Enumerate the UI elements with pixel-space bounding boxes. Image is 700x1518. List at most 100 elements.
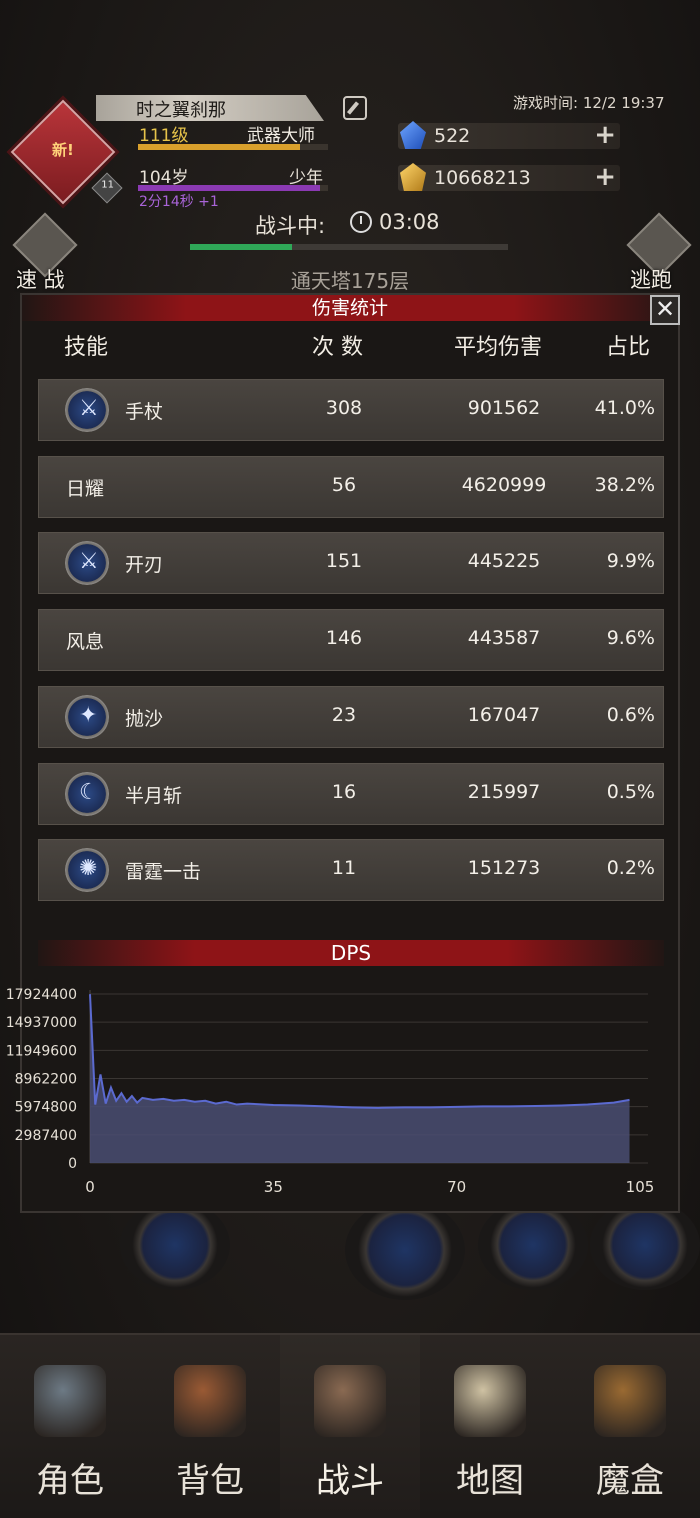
skill-count: 151	[325, 550, 363, 573]
clock-icon	[350, 211, 372, 233]
battle-status: 战斗中:	[255, 214, 326, 238]
x-tick-label: 70	[447, 1178, 466, 1196]
damage-row: ✺ 雷霆一击 11 151273 0.2%	[38, 839, 664, 902]
gold-resource: 10668213 +	[398, 162, 620, 192]
nav-tab-helmet[interactable]: 角色	[0, 1335, 140, 1518]
y-tick-label: 0	[68, 1156, 77, 1172]
skill-slot[interactable]	[478, 1200, 588, 1290]
header-count: 次 数	[312, 335, 363, 360]
y-tick-label: 17924400	[6, 987, 77, 1003]
skill-slot[interactable]	[345, 1200, 465, 1300]
skill-share: 9.6%	[606, 627, 655, 650]
skill-slot[interactable]	[120, 1200, 230, 1290]
skill-share: 0.5%	[606, 780, 655, 803]
skill-share: 0.6%	[606, 703, 655, 726]
player-name: 时之翼刹那	[136, 100, 226, 121]
y-tick-label: 14937000	[6, 1015, 77, 1031]
skill-slot[interactable]	[590, 1200, 700, 1290]
skill-count: 23	[331, 703, 357, 726]
bottom-nav: 角色 背包 战斗 地图 魔盒	[0, 1333, 700, 1518]
damage-row: 风息 146 443587 9.6%	[38, 609, 664, 672]
dps-chart: 17924400 14937000 11949600 8962200 5974800 29…	[6, 987, 655, 1196]
skill-avg-damage: 901562	[467, 397, 541, 419]
skill-avg-damage: 151273	[467, 857, 541, 880]
skill-name: 雷霆一击	[125, 861, 202, 884]
battle-progress-fill	[190, 244, 292, 250]
skill-avg-damage: 167047	[467, 703, 541, 726]
x-tick-label: 0	[85, 1178, 95, 1196]
skill-avg-damage: 445225	[467, 550, 541, 573]
y-tick-label: 11949600	[6, 1043, 77, 1059]
skill-name: 半月斩	[125, 784, 183, 807]
skill-avg-damage: 443587	[467, 627, 541, 650]
skill-name: 日耀	[66, 477, 105, 500]
gem-count: 522	[434, 125, 471, 147]
damage-row: ⚔ 开刃 151 445225 9.9%	[38, 532, 664, 595]
y-tick-label: 8962200	[15, 1072, 77, 1088]
close-icon[interactable]: ✕	[650, 295, 680, 325]
nav-label: 背包	[176, 1461, 244, 1501]
damage-row: ☾ 半月斩 16 215997 0.5%	[38, 762, 664, 825]
skill-avg-damage: 4620999	[461, 473, 547, 496]
sword-skill-icon: ⚔	[65, 541, 109, 586]
skill-name: 开刃	[125, 554, 164, 577]
battle-progress-bar	[190, 244, 508, 250]
x-tick-label: 35	[264, 1178, 283, 1196]
skill-name: 抛沙	[125, 707, 164, 730]
helmet-icon	[34, 1365, 106, 1437]
sword-skill-icon: ⚔	[65, 388, 109, 432]
y-tick-label: 2987400	[15, 1128, 77, 1144]
magic-box-icon	[594, 1365, 666, 1437]
tower-floor: 通天塔175层	[290, 269, 410, 293]
skill-count: 11	[331, 857, 357, 880]
damage-row: ✦ 抛沙 23 167047 0.6%	[38, 685, 664, 748]
panel-title: 伤害统计	[22, 295, 678, 321]
x-tick-label: 105	[626, 1178, 655, 1196]
skill-share: 9.9%	[606, 550, 655, 573]
damage-row: 日耀 56 4620999 38.2%	[38, 455, 664, 518]
add-gems-button[interactable]: +	[594, 120, 616, 150]
nav-label: 角色	[36, 1461, 104, 1501]
nav-label: 战斗	[316, 1461, 384, 1501]
player-level: 111级	[139, 126, 189, 146]
xp-bar-fill	[138, 144, 300, 150]
gold-icon	[400, 163, 426, 191]
scroll-map-icon	[454, 1365, 526, 1437]
gem-resource: 522 +	[398, 120, 620, 150]
nav-tab-scroll-map[interactable]: 地图	[420, 1335, 560, 1518]
gem-icon	[400, 121, 426, 149]
skill-count: 308	[325, 397, 363, 419]
nav-tab-magic-box[interactable]: 魔盒	[560, 1335, 700, 1518]
player-name-bar: 时之翼刹那	[96, 95, 324, 121]
dps-line	[89, 994, 630, 1109]
skill-count: 146	[325, 627, 363, 650]
edit-name-icon[interactable]	[343, 96, 367, 120]
battle-timer: 03:08	[379, 210, 440, 234]
header-skill: 技能	[64, 335, 109, 360]
game-time: 游戏时间: 12/2 19:37	[513, 94, 665, 112]
sand-skill-icon: ✦	[65, 694, 109, 739]
skill-name: 风息	[66, 631, 105, 654]
age-timer: 2分14秒 +1	[139, 194, 219, 210]
nav-label: 魔盒	[596, 1461, 664, 1501]
player-title: 武器大师	[247, 126, 315, 146]
add-gold-button[interactable]: +	[594, 162, 616, 192]
xp-bar	[138, 144, 328, 150]
skill-share: 38.2%	[594, 473, 655, 496]
skill-count: 56	[331, 473, 357, 496]
skill-name: 手杖	[125, 401, 164, 423]
y-tick-label: 5974800	[15, 1100, 77, 1116]
skill-share: 0.2%	[606, 857, 655, 880]
gold-count: 10668213	[434, 167, 531, 189]
thunder-skill-icon: ✺	[65, 848, 109, 893]
header-share: 占比	[606, 335, 651, 360]
header-avg-damage: 平均伤害	[454, 335, 543, 360]
crescent-skill-icon: ☾	[65, 771, 109, 816]
damage-row: ⚔ 手杖 308 901562 41.0%	[38, 379, 664, 441]
skill-share: 41.0%	[594, 397, 655, 419]
nav-tab-backpack[interactable]: 背包	[140, 1335, 280, 1518]
nav-label: 地图	[456, 1461, 524, 1501]
nav-tab-sword-shield[interactable]: 战斗	[280, 1335, 420, 1518]
new-badge: 新!	[52, 141, 74, 159]
dps-title: DPS	[38, 940, 664, 966]
